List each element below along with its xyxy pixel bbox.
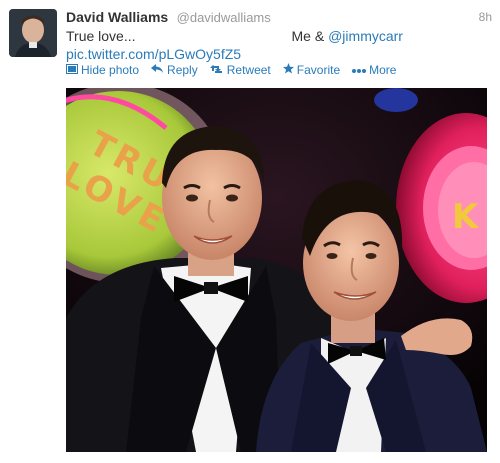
retweet-button[interactable]: Retweet <box>209 63 271 77</box>
favorite-label: Favorite <box>296 63 341 77</box>
pic-link[interactable]: pic.twitter.com/pLGwOy5fZ5 <box>66 46 241 62</box>
retweet-icon <box>209 63 224 77</box>
more-button[interactable]: More <box>352 63 396 77</box>
reply-label: Reply <box>167 63 198 77</box>
hide-photo-label: Hide photo <box>81 63 140 77</box>
tweet-header: David Walliams @davidwalliams 8h <box>66 9 492 27</box>
display-name[interactable]: David Walliams <box>66 9 168 25</box>
photo-icon <box>66 63 78 77</box>
reply-icon <box>151 63 164 77</box>
avatar[interactable] <box>9 9 57 57</box>
tweet-text-start: True love... <box>66 28 136 44</box>
star-icon <box>282 63 294 77</box>
tweet-text: True love... Me & @jimmycarr pic.twitter.… <box>66 27 486 63</box>
avatar-image <box>9 9 57 57</box>
favorite-button[interactable]: Favorite <box>282 63 341 77</box>
mention-link[interactable]: @jimmycarr <box>328 28 403 44</box>
reply-button[interactable]: Reply <box>151 63 198 77</box>
more-label: More <box>369 63 397 77</box>
tweet-actions: Hide photo Reply Retweet Favorite More <box>66 62 408 78</box>
retweet-label: Retweet <box>226 63 271 77</box>
timestamp[interactable]: 8h <box>479 10 492 24</box>
user-handle[interactable]: @davidwalliams <box>177 10 271 25</box>
tweet-photo[interactable]: TRUE LOVE K <box>66 88 487 452</box>
hide-photo-button[interactable]: Hide photo <box>66 63 139 77</box>
tweet-text-me: Me & <box>291 28 329 44</box>
more-dots-icon <box>352 63 367 77</box>
photo-image: TRUE LOVE K <box>66 88 487 452</box>
sign-right-text: K <box>452 197 480 237</box>
